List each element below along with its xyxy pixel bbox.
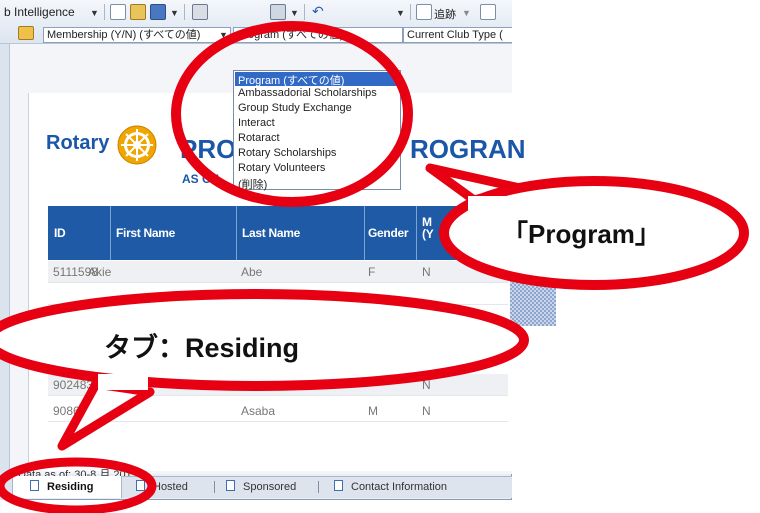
screenshot-stage: b Intelligence ▼ ▼ ▼ ↶ ▼ 追跡 ▼ Membership… bbox=[0, 0, 760, 513]
annotation-overlay bbox=[0, 21, 749, 513]
tab-callout-text: タブ：Residing bbox=[104, 333, 300, 363]
tab-callout-joint bbox=[98, 374, 148, 390]
tab-callout-tail bbox=[57, 379, 155, 451]
dropdown-highlight-circle bbox=[171, 21, 413, 207]
program-callout-text: 「Program」 bbox=[502, 219, 661, 249]
program-callout-joint bbox=[468, 196, 528, 212]
residing-tab-highlight-circle bbox=[0, 457, 157, 513]
